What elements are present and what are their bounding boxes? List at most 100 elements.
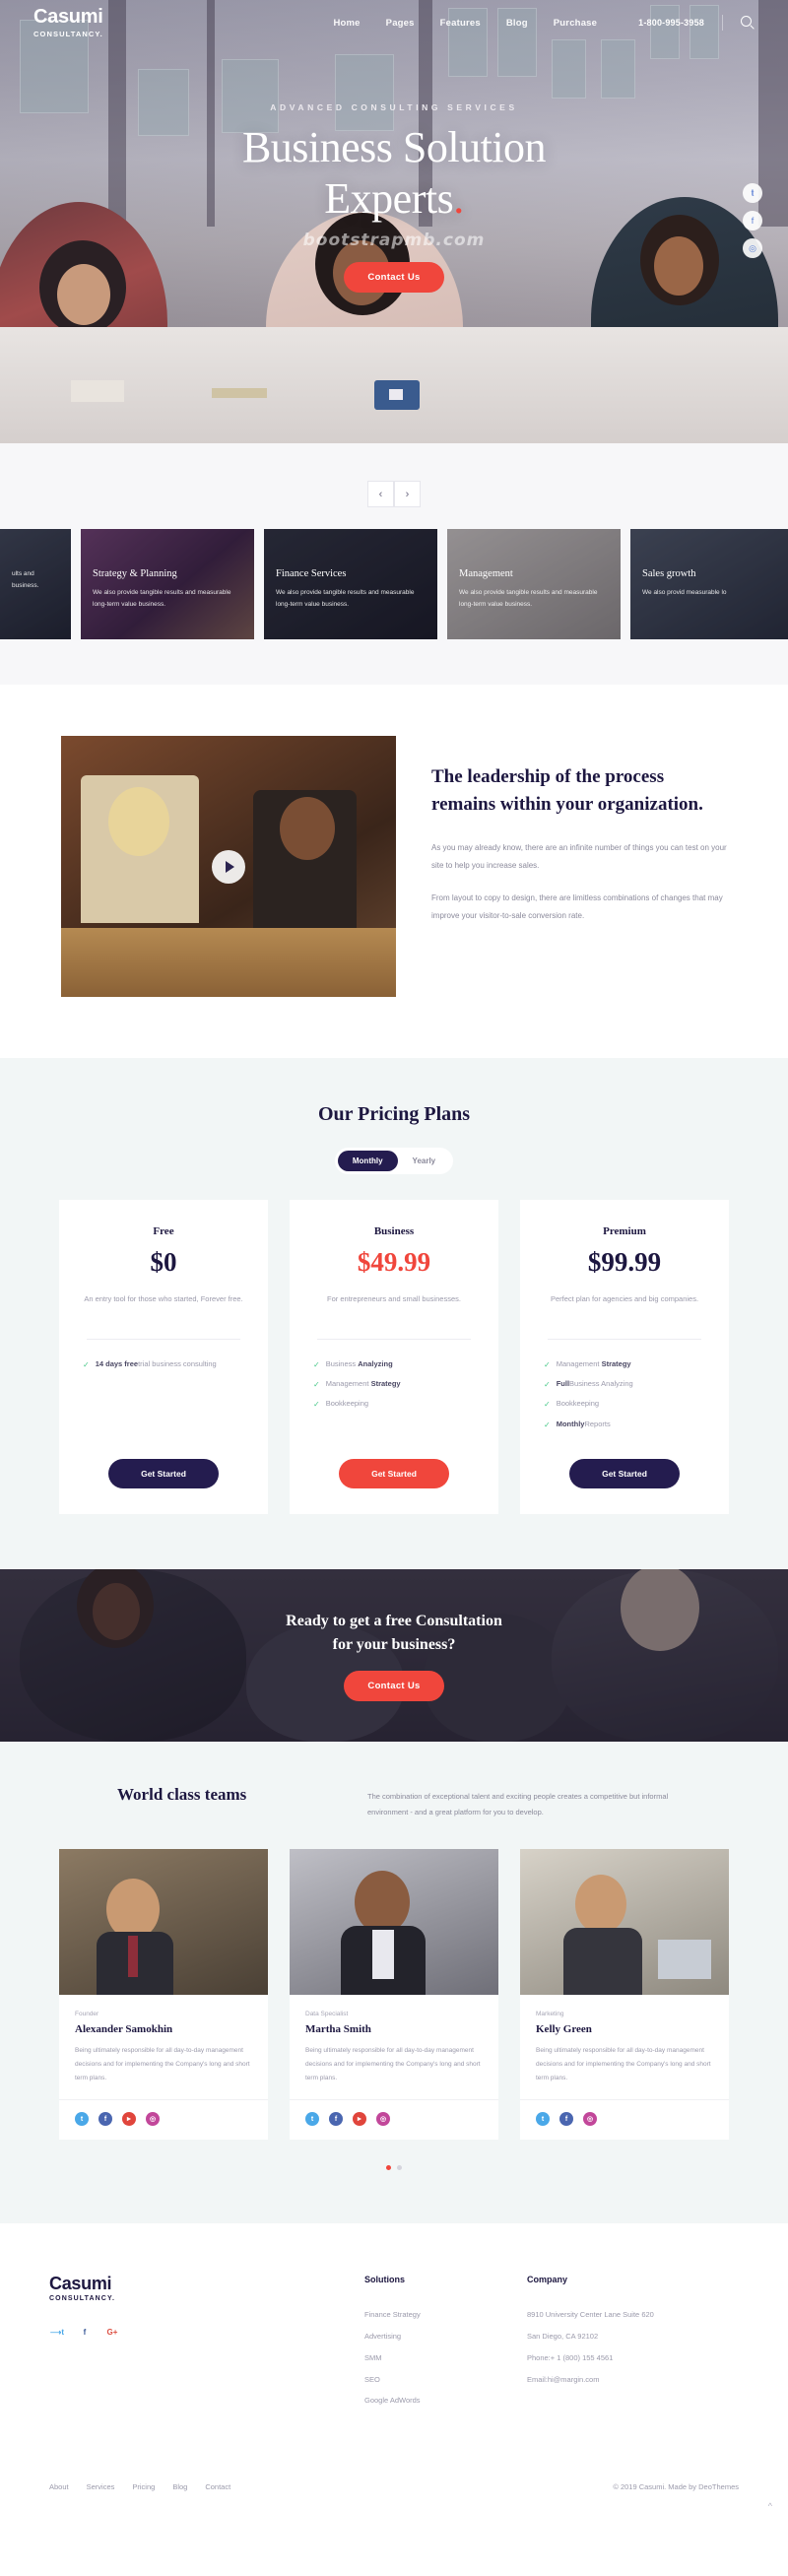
services-carousel-track[interactable]: ults and business. Strategy & Planning W… (0, 529, 788, 639)
chevron-right-icon[interactable]: › (394, 481, 421, 507)
site-footer: Casumi CONSULTANCY. ⟶t f G+ Solutions Fi… (0, 2223, 788, 2525)
footer-link[interactable]: Advertising (364, 2326, 527, 2347)
team-member-role: Founder (75, 2011, 99, 2018)
nav-item-pages[interactable]: Pages (386, 18, 415, 29)
plan-features: ✓ 14 days freetrial business consulting (81, 1357, 246, 1437)
plan-feature-bold: Strategy (601, 1359, 631, 1368)
chevron-up-icon[interactable]: ^ (768, 2501, 772, 2511)
cta-heading: Ready to get a free Consultation for you… (286, 1610, 502, 1657)
plan-price: $99.99 (587, 1247, 662, 1277)
google-plus-icon[interactable]: G+ (104, 2324, 120, 2340)
footer-logo[interactable]: Casumi (49, 2275, 364, 2292)
footer-phone[interactable]: Phone:+ 1 (800) 155 4561 (527, 2347, 690, 2369)
instagram-icon[interactable]: ◎ (376, 2112, 390, 2127)
check-icon: ✓ (83, 1360, 90, 1369)
hero-dot-twitter[interactable]: 𝐭 (743, 183, 762, 203)
leadership-paragraph-2: From layout to copy to design, there are… (431, 893, 723, 920)
nav-item-purchase[interactable]: Purchase (554, 18, 597, 29)
toggle-yearly[interactable]: Yearly (398, 1151, 451, 1171)
team-member-socials: t f ◎ (520, 2099, 729, 2140)
check-icon: ✓ (313, 1400, 320, 1410)
youtube-icon[interactable]: ► (122, 2112, 136, 2127)
footer-link[interactable]: SMM (364, 2347, 527, 2369)
footer-link[interactable]: SEO (364, 2369, 527, 2391)
service-card[interactable]: Finance Services We also provide tangibl… (264, 529, 437, 639)
search-icon[interactable] (741, 16, 755, 30)
footer-logo-subtext: CONSULTANCY. (49, 2295, 115, 2303)
footer-address-line: San Diego, CA 92102 (527, 2332, 599, 2341)
hero-title-line2: Experts (324, 173, 454, 223)
check-icon: ✓ (313, 1360, 320, 1369)
nav-item-home[interactable]: Home (333, 18, 360, 29)
hero-contact-button[interactable]: Contact Us (344, 261, 444, 293)
hero-dot-facebook[interactable]: f (743, 211, 762, 231)
facebook-icon[interactable]: f (77, 2324, 93, 2340)
plan-feature-text: Reports (584, 1419, 611, 1428)
check-icon: ✓ (544, 1420, 551, 1429)
footer-link-blog[interactable]: Blog (172, 2482, 187, 2491)
logo[interactable]: Casumi CONSULTANCY. (33, 7, 103, 38)
footer-link-about[interactable]: About (49, 2482, 69, 2491)
service-card-title: Finance Services (276, 568, 347, 579)
service-card-title: Sales growth (642, 568, 696, 579)
leadership-video-thumbnail[interactable] (61, 736, 396, 997)
service-card-text: We also provide tangible results and mea… (93, 589, 231, 609)
plan-feature-text: Bookkeeping (325, 1399, 369, 1409)
plan-features: ✓ Business Analyzing ✓ Management Strate… (311, 1357, 477, 1437)
hero-title-dot: . (453, 173, 464, 223)
footer-link[interactable]: Finance Strategy (364, 2304, 527, 2326)
footer-link-contact[interactable]: Contact (205, 2482, 230, 2491)
hero-dot-instagram[interactable]: ◎ (743, 238, 762, 258)
team-member-name: Martha Smith (305, 2023, 371, 2036)
plan-feature: ✓ FullBusiness Analyzing (544, 1377, 705, 1392)
facebook-icon[interactable]: f (98, 2112, 112, 2127)
logo-text: Casumi (33, 6, 103, 28)
cta-contact-button[interactable]: Contact Us (344, 1670, 444, 1701)
watermark: bootstrapmb.com (302, 230, 486, 250)
carousel-dot-2[interactable] (397, 2165, 402, 2171)
service-card[interactable]: Management We also provide tangible resu… (447, 529, 621, 639)
nav-item-blog[interactable]: Blog (506, 18, 528, 29)
plan-get-started-button[interactable]: Get Started (569, 1458, 680, 1488)
play-icon[interactable] (212, 849, 245, 884)
plan-get-started-button[interactable]: Get Started (108, 1458, 219, 1488)
plan-description: An entry tool for those who started, For… (84, 1294, 243, 1303)
footer-link[interactable]: Google AdWords (364, 2390, 527, 2411)
plan-feature: ✓ Bookkeeping (544, 1397, 705, 1412)
plan-features: ✓ Management Strategy ✓ FullBusiness Ana… (542, 1357, 707, 1437)
nav-item-features[interactable]: Features (440, 18, 481, 29)
service-card-text: We also provide tangible results and mea… (459, 589, 598, 609)
carousel-dot-1[interactable] (386, 2165, 391, 2171)
service-card[interactable]: ults and business. (0, 529, 71, 639)
leadership-heading: The leadership of the process remains wi… (431, 766, 703, 815)
footer-link-services[interactable]: Services (87, 2482, 115, 2491)
facebook-icon[interactable]: f (559, 2112, 573, 2127)
twitter-icon[interactable]: t (536, 2112, 550, 2127)
plan-feature: ✓ MonthlyReports (544, 1418, 705, 1432)
check-icon: ✓ (544, 1380, 551, 1390)
pricing-plans: Free $0 An entry tool for those who star… (0, 1200, 788, 1514)
team-member-bio: Being ultimately responsible for all day… (536, 2047, 711, 2081)
service-card[interactable]: Strategy & Planning We also provide tang… (81, 529, 254, 639)
youtube-icon[interactable]: ► (353, 2112, 366, 2127)
plan-get-started-button[interactable]: Get Started (339, 1458, 449, 1488)
plan-feature-text: Management (556, 1359, 602, 1368)
instagram-icon[interactable]: ◎ (146, 2112, 160, 2127)
service-card[interactable]: Sales growth We also provid measurable l… (630, 529, 788, 639)
divider (317, 1339, 471, 1340)
footer-email[interactable]: Email:hi@margin.com (527, 2369, 690, 2391)
twitter-icon[interactable]: t (305, 2112, 319, 2127)
footer-column-title: Solutions (364, 2275, 405, 2285)
header-phone[interactable]: 1-800-995-3958 (638, 18, 704, 28)
instagram-icon[interactable]: ◎ (583, 2112, 597, 2127)
plan-feature: ✓ 14 days freetrial business consulting (83, 1357, 244, 1372)
facebook-icon[interactable]: f (329, 2112, 343, 2127)
footer-link-pricing[interactable]: Pricing (132, 2482, 155, 2491)
chevron-left-icon[interactable]: ‹ (367, 481, 394, 507)
leadership-paragraph-1: As you may already know, there are an in… (431, 843, 727, 870)
twitter-icon[interactable]: ⟶t (49, 2324, 65, 2340)
plan-description: For entrepreneurs and small businesses. (327, 1294, 461, 1303)
toggle-monthly[interactable]: Monthly (337, 1151, 398, 1171)
twitter-icon[interactable]: t (75, 2112, 89, 2127)
footer-column-solutions: Solutions Finance Strategy Advertising S… (364, 2275, 527, 2411)
